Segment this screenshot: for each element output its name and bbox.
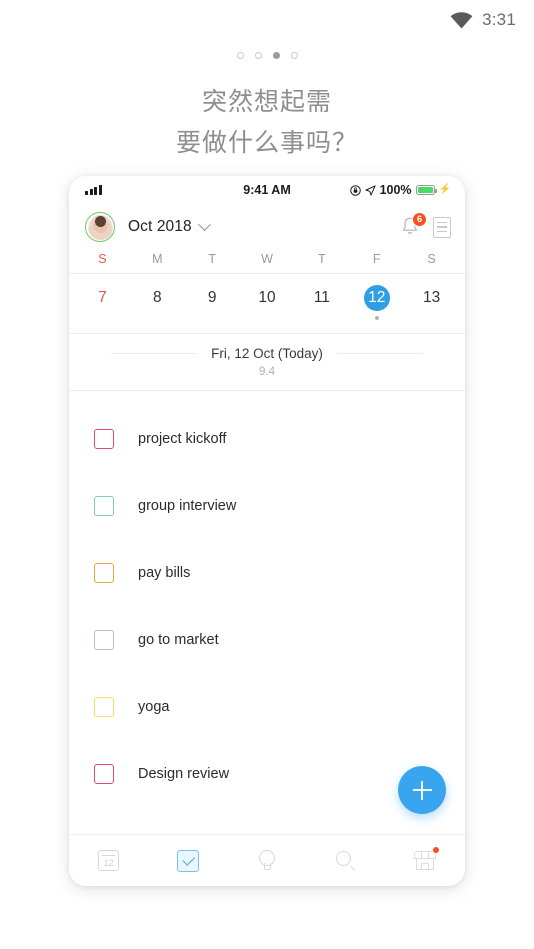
day-number: 8 [152, 289, 162, 306]
page-dot-active[interactable] [272, 52, 280, 59]
task-label: group interview [138, 497, 237, 514]
day-number: 13 [422, 289, 441, 306]
task-row[interactable]: project kickoff [69, 405, 465, 472]
nav-item-tasks[interactable] [148, 835, 227, 886]
rule-right [336, 353, 423, 354]
user-avatar[interactable] [85, 212, 115, 242]
task-label: pay bills [138, 564, 191, 581]
notification-badge: 6 [412, 212, 427, 227]
task-label: go to market [138, 631, 219, 648]
day-number: 11 [313, 289, 330, 306]
day-number: 12 [363, 285, 390, 311]
task-list: project kickoff group interview pay bill… [69, 391, 465, 807]
battery-percent: 100% [379, 183, 412, 197]
nav-item-search[interactable] [307, 835, 386, 886]
phone-mockup: 9:41 AM 100% ⚡ Oct 2018 6 S M T W T F S … [69, 176, 465, 886]
lightning-bolt-icon: ⚡ [438, 184, 451, 195]
day-number: 10 [258, 289, 276, 306]
page-indicator[interactable] [0, 52, 534, 59]
app-header: Oct 2018 6 [69, 204, 465, 250]
notifications-button[interactable]: 6 [400, 212, 427, 238]
task-checkbox[interactable] [94, 763, 114, 784]
calendar-day-number: 12 [103, 858, 114, 868]
calendar-day-selected[interactable]: 12 [349, 285, 404, 320]
checkbox-icon [176, 849, 199, 872]
rotation-lock-icon [349, 184, 361, 196]
task-label: project kickoff [138, 430, 227, 447]
search-icon [336, 850, 356, 872]
date-header: Fri, 12 Oct (Today) [69, 334, 465, 363]
calendar-day[interactable]: 10 [240, 285, 295, 320]
weekday-label: W [261, 252, 273, 266]
nav-item-calendar[interactable]: 12 [69, 835, 148, 886]
task-checkbox[interactable] [94, 428, 114, 449]
bottom-navigation: 12 [69, 834, 465, 886]
location-arrow-icon [364, 184, 376, 196]
weekday-label: S [98, 252, 107, 266]
weekday-label: M [152, 252, 163, 266]
page-dot[interactable] [254, 52, 262, 59]
day-number: 9 [207, 289, 217, 306]
date-title: Fri, 12 Oct (Today) [211, 346, 323, 361]
task-row[interactable]: pay bills [69, 539, 465, 606]
calendar-day[interactable]: 8 [130, 285, 185, 320]
task-checkbox[interactable] [94, 495, 114, 516]
rule-left [111, 353, 198, 354]
screen-root: 3:31 突然想起需 要做什么事吗？ 9:41 AM 100% ⚡ Oct 20… [0, 0, 534, 949]
storefront-icon [414, 851, 437, 870]
calendar-day[interactable]: 7 [75, 285, 130, 320]
document-list-icon[interactable] [433, 216, 451, 238]
weekday-label: S [427, 252, 436, 266]
weekday-label: T [208, 252, 216, 266]
task-checkbox[interactable] [94, 562, 114, 583]
os-clock: 3:31 [482, 10, 516, 29]
weekday-label: T [318, 252, 326, 266]
nav-item-ideas[interactable] [227, 835, 306, 886]
task-checkbox[interactable] [94, 696, 114, 717]
task-row[interactable]: go to market [69, 606, 465, 673]
store-badge-dot [433, 847, 440, 853]
ios-status-bar: 9:41 AM 100% ⚡ [69, 176, 465, 204]
page-dot[interactable] [290, 52, 298, 59]
wifi-icon [450, 11, 473, 28]
day-number: 7 [98, 289, 107, 306]
task-checkbox[interactable] [94, 629, 114, 650]
month-label[interactable]: Oct 2018 [128, 218, 192, 236]
headline-line-1: 突然想起需 [201, 88, 332, 116]
calendar-12-icon: 12 [98, 850, 120, 871]
day-dot [374, 316, 379, 320]
os-status-bar: 3:31 [0, 0, 534, 40]
task-row[interactable]: yoga [69, 673, 465, 740]
headline: 突然想起需 要做什么事吗？ [0, 82, 534, 164]
weekday-header: S M T W T F S [69, 250, 465, 274]
task-label: yoga [138, 698, 170, 715]
date-subtitle: 9.4 [259, 366, 275, 378]
battery-icon [415, 185, 437, 195]
weekday-label: F [372, 252, 381, 266]
task-label: Design review [138, 765, 230, 782]
calendar-day[interactable]: 9 [185, 285, 240, 320]
headline-line-2: 要做什么事吗？ [175, 129, 358, 157]
page-dot[interactable] [236, 52, 244, 59]
calendar-week-row: 7 8 9 10 11 12 13 [69, 274, 465, 324]
add-task-fab[interactable] [398, 766, 446, 814]
calendar-day[interactable]: 11 [294, 285, 349, 320]
calendar-day[interactable]: 13 [404, 285, 459, 320]
nav-item-store[interactable] [386, 835, 465, 886]
chevron-down-icon[interactable] [197, 217, 211, 231]
task-row[interactable]: group interview [69, 472, 465, 539]
lightbulb-icon [259, 850, 275, 871]
avatar-image [87, 214, 113, 240]
